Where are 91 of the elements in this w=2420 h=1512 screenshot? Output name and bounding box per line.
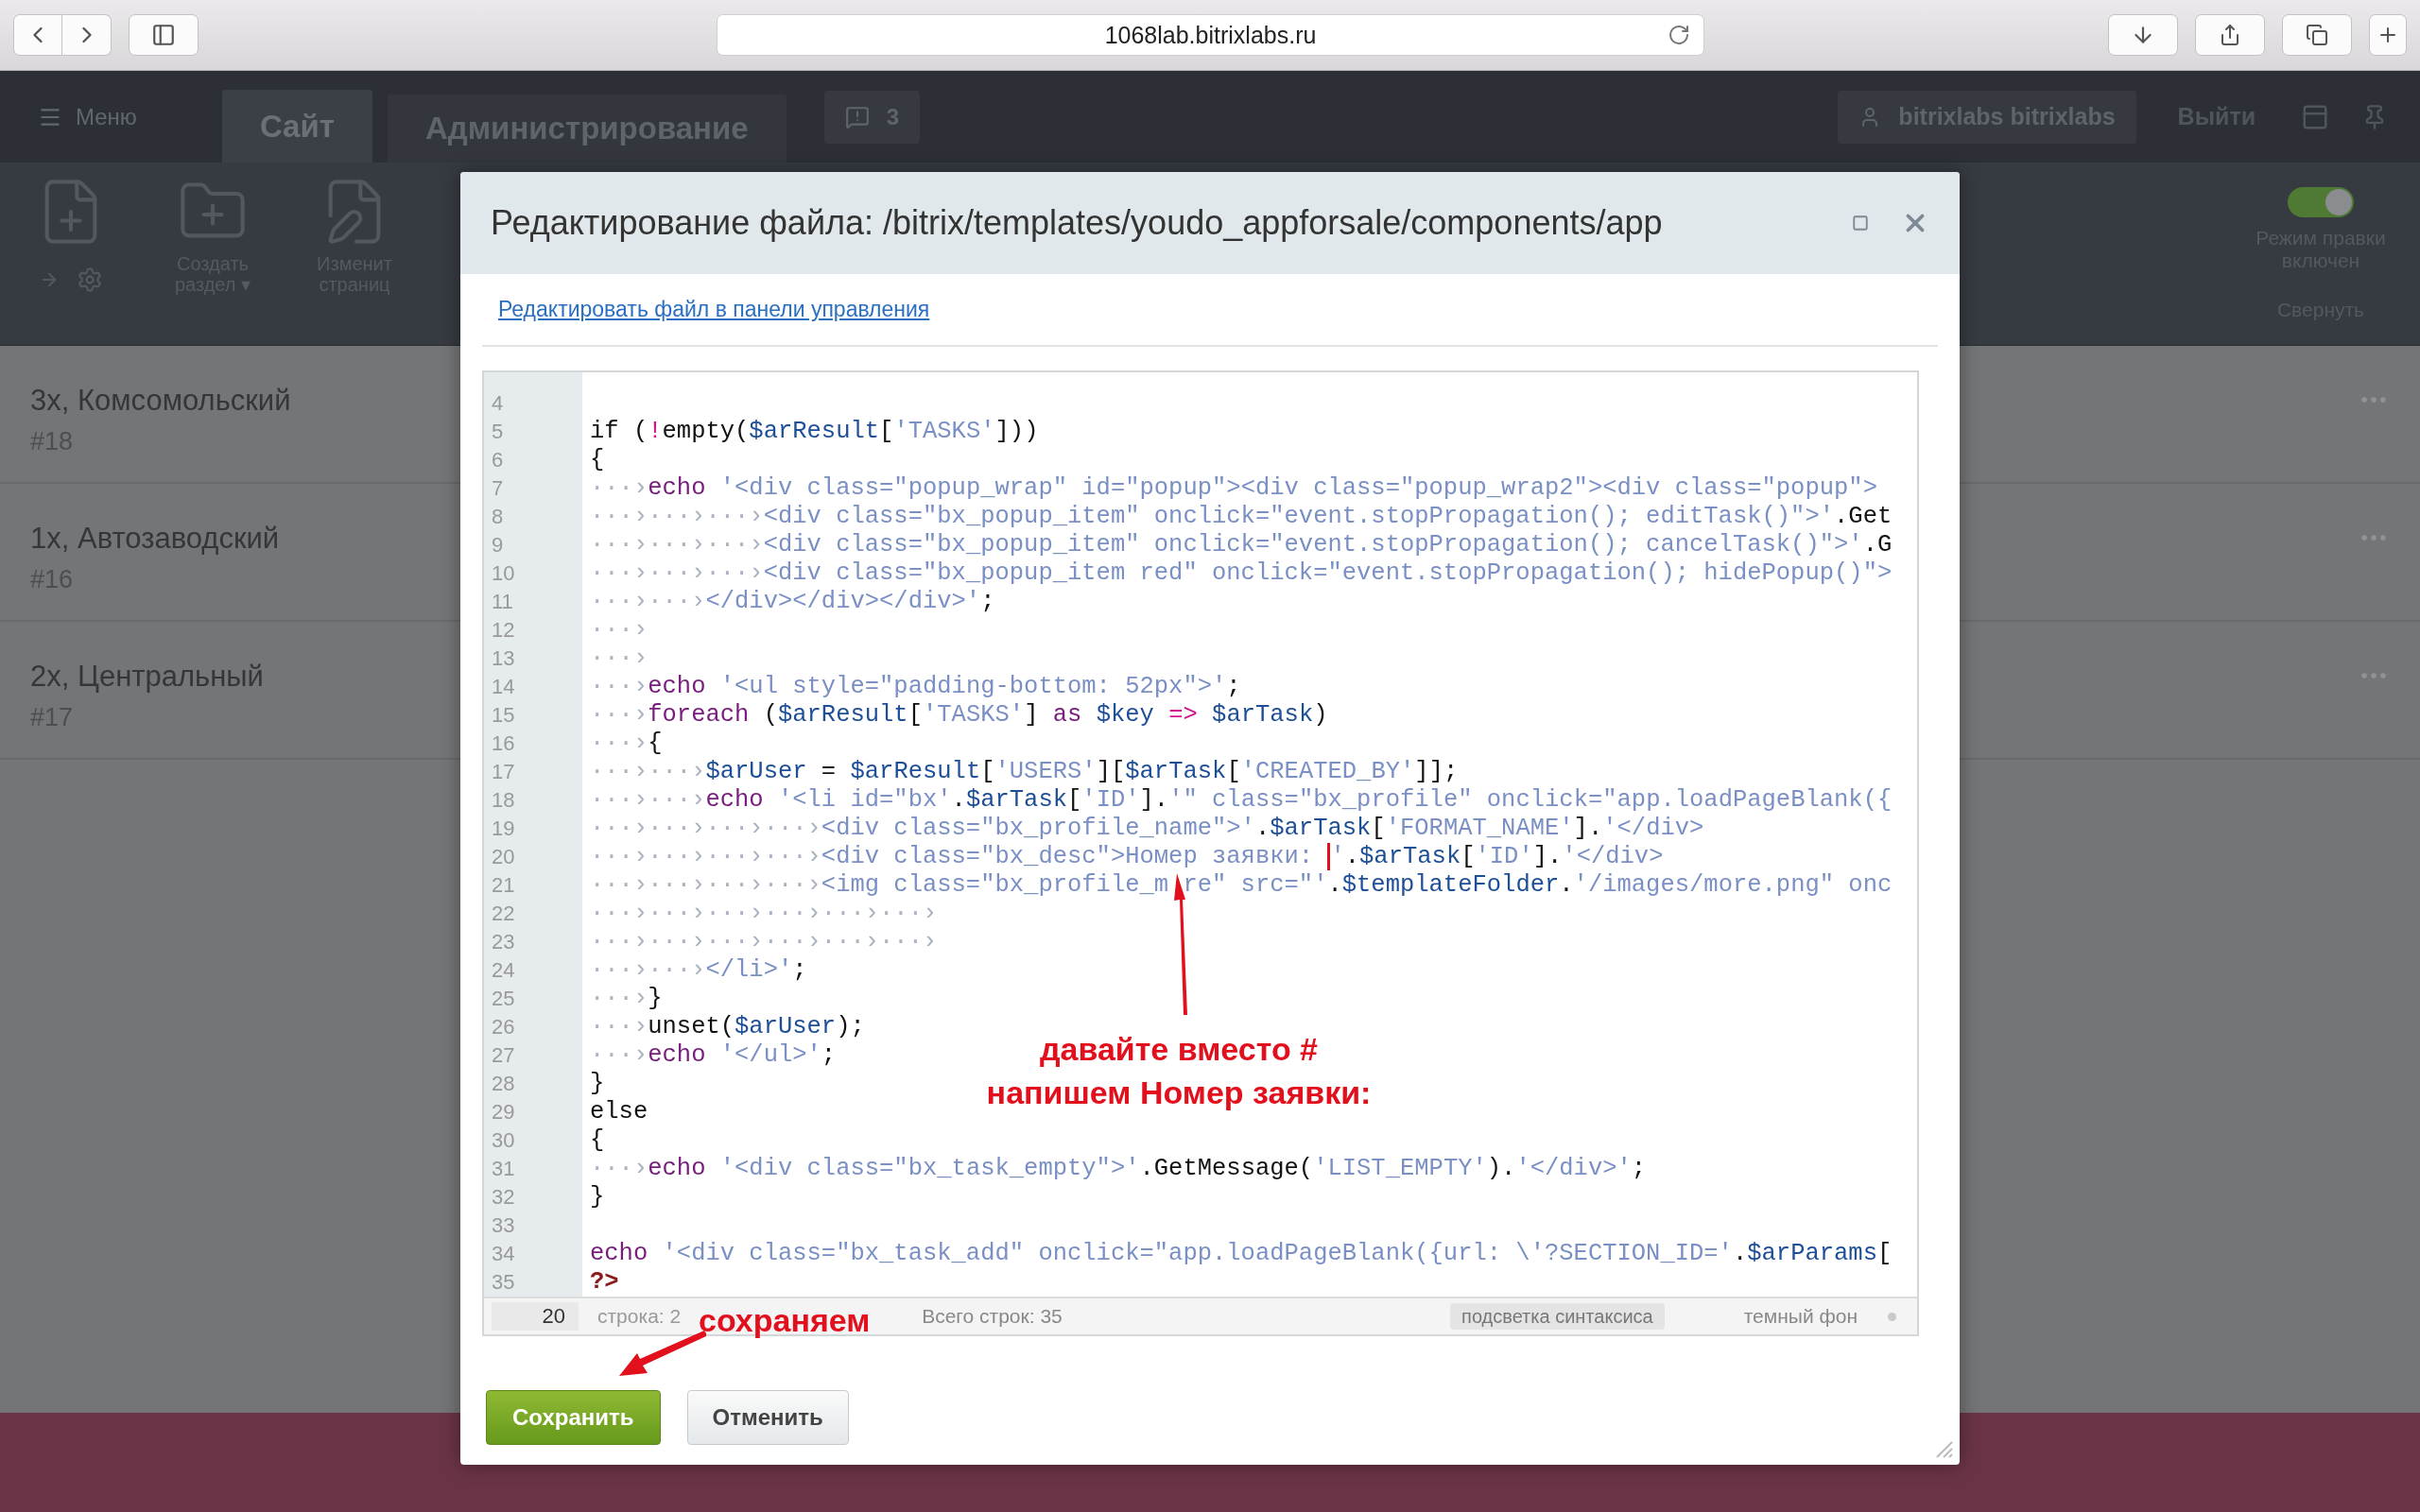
line-number: 18 — [491, 787, 516, 814]
code-line: ···›···›···›<div class="bx_popup_item red" onclick="event.stopPropagation(); hidePopup()"> — [590, 559, 1893, 588]
code-line: { — [590, 446, 605, 474]
code-line: ···›···›···›···›<div class="bx_desc">Номер заявки: '.$arTask['ID'].'</div> — [590, 843, 1664, 871]
task-title: 2х, Центральный — [30, 660, 264, 694]
line-number: 25 — [491, 986, 516, 1012]
code-line: echo '<div class="bx_task_add" onclick="app.loadPageBlank({url: \'?SECTION_ID='.$arParams[ — [590, 1240, 1893, 1268]
code-line: ···›foreach ($arResult['TASKS'] as $key => $arTask) — [590, 701, 1328, 730]
code-line: ···›echo '</ul>'; — [590, 1041, 837, 1070]
address-bar[interactable]: 1068lab.bitrixlabs.ru — [717, 14, 1704, 56]
line-number: 35 — [491, 1269, 516, 1296]
line-number: 32 — [491, 1184, 516, 1211]
task-title: 1х, Автозаводский — [30, 522, 280, 556]
line-number: 30 — [491, 1127, 516, 1154]
code-line: ···›···›</li>'; — [590, 956, 807, 985]
line-number: 4 — [491, 390, 505, 417]
cancel-button[interactable]: Отменить — [686, 1390, 849, 1445]
share-icon[interactable] — [2219, 24, 2241, 46]
line-number: 14 — [491, 674, 516, 700]
code-line: ?> — [590, 1268, 619, 1297]
line-number: 8 — [491, 504, 505, 530]
code-line: ···› — [590, 644, 648, 673]
line-number: 21 — [491, 872, 516, 899]
sidebar-button[interactable] — [129, 14, 199, 56]
tabs-button[interactable] — [2282, 14, 2352, 56]
line-number: 20 — [491, 844, 516, 870]
code-line: ···›···›···›···›···›···› — [590, 900, 938, 928]
code-line: ···›echo '<ul style="padding-bottom: 52px">'; — [590, 673, 1241, 701]
code-line: ···›···›echo '<li id="bx'.$arTask['ID'].'" class="bx_profile" onclick="app.loadPageBlank({ — [590, 786, 1893, 815]
line-number: 16 — [491, 730, 516, 757]
code-line: ···›} — [590, 985, 663, 1013]
code-line: ···›···›···›···›<div class="bx_profile_name">'.$arTask['FORMAT_NAME'].'</div> — [590, 815, 1704, 843]
reload-icon[interactable] — [1668, 24, 1690, 46]
code-line: ···›{ — [590, 730, 663, 758]
line-number: 17 — [491, 759, 516, 785]
share-button[interactable] — [2195, 14, 2265, 56]
line-number: 12 — [491, 617, 516, 644]
code-line: ···›unset($arUser); — [590, 1013, 865, 1041]
code-line: } — [590, 1183, 605, 1211]
code-line: ···›echo '<div class="popup_wrap" id="popup"><div class="popup_wrap2"><div class="popup"> — [590, 474, 1877, 503]
code-line: ···›···›···›<div class="bx_popup_item" onclick="event.stopPropagation(); editTask()">'.Get — [590, 503, 1893, 531]
line-number: 10 — [491, 560, 516, 587]
code-line: } — [590, 1070, 605, 1098]
message-icon[interactable] — [844, 104, 870, 129]
code-line: ···›···›</div></div></div>'; — [590, 588, 995, 616]
code-line: if (!empty($arResult['TASKS'])) — [590, 418, 1039, 446]
line-number: 11 — [491, 589, 514, 615]
status-dot-icon — [1888, 1312, 1896, 1321]
code-line: else — [590, 1098, 648, 1126]
dark-background-toggle[interactable]: темный фон — [1737, 1304, 1863, 1329]
code-editor[interactable] — [482, 370, 1919, 1336]
new-tab-button[interactable] — [2369, 14, 2407, 56]
code-line: ···›···›···›<div class="bx_popup_item" onclick="event.stopPropagation(); cancelTask()">'.G — [590, 531, 1893, 559]
code-line: ···›···›···›···›<img class="bx_profile_m re" src="'.$templateFolder.'/images/more.png" onc — [590, 871, 1893, 900]
syntax-highlight-toggle[interactable]: подсветка синтаксиса — [1450, 1303, 1665, 1330]
line-number: 28 — [491, 1071, 516, 1097]
code-line: ···›···›$arUser = $arResult['USERS'][$arTask['CREATED_BY']]; — [590, 758, 1459, 786]
edit-mode-toggle[interactable] — [2288, 187, 2354, 217]
line-input[interactable]: 20 — [492, 1302, 579, 1331]
line-number: 27 — [491, 1042, 516, 1069]
line-number: 15 — [491, 702, 516, 729]
maximize-button[interactable] — [1852, 215, 1869, 232]
save-button[interactable]: Сохранить — [486, 1390, 661, 1445]
line-number: 33 — [491, 1212, 516, 1239]
task-title: 3х, Комсомольский — [30, 384, 291, 418]
line-number: 22 — [491, 901, 516, 927]
code-line: { — [590, 1126, 605, 1155]
code-line: ···› — [590, 616, 648, 644]
line-number: 19 — [491, 816, 516, 842]
annotation-text: сохраняем — [699, 1301, 871, 1340]
line-number: 26 — [491, 1014, 516, 1040]
line-number: 34 — [491, 1241, 516, 1267]
edit-in-panel-link[interactable]: Редактировать файл в панели управления — [498, 297, 930, 322]
sidebar-icon[interactable] — [151, 23, 176, 47]
tabs-icon[interactable] — [2306, 24, 2328, 46]
dialog-title: Редактирование файла: /bitrix/templates/youdo_appforsale/components/app — [491, 203, 1664, 243]
line-number: 5 — [491, 419, 505, 445]
code-line: ···›echo '<div class="bx_task_empty">'.GetMessage('LIST_EMPTY').'</div>'; — [590, 1155, 1647, 1183]
line-number: 13 — [491, 645, 516, 672]
annotation-text: давайте вместо # напишем Номер заявки: — [985, 1030, 1373, 1112]
line-number: 29 — [491, 1099, 516, 1125]
line-number: 23 — [491, 929, 516, 955]
code-line: ···›···›···›···›···›···› — [590, 928, 938, 956]
line-number: 9 — [491, 532, 505, 558]
line-number: 7 — [491, 475, 505, 502]
line-number: 24 — [491, 957, 516, 984]
line-count: Всего строк: 35 — [922, 1305, 1063, 1328]
line-number: 31 — [491, 1156, 516, 1182]
cursor-position: строка: 2 — [597, 1305, 682, 1328]
line-number: 6 — [491, 447, 505, 473]
settings-icon[interactable] — [77, 266, 103, 293]
